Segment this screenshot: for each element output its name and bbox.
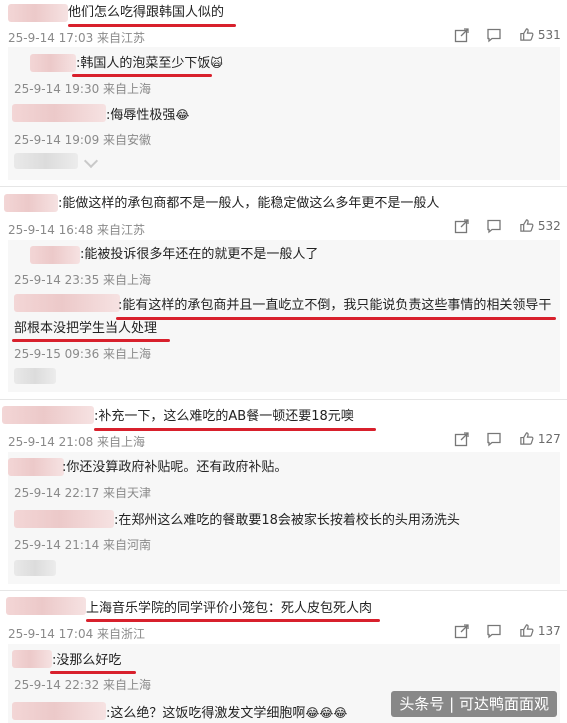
reply-text: :你还没算政府补贴呢。还有政府补贴。	[62, 460, 288, 475]
username-blurred[interactable]	[12, 650, 52, 668]
comment-icon	[487, 219, 501, 234]
like-button[interactable]: 532	[519, 218, 561, 233]
reply-meta: 25-9-14 21:14 来自河南	[14, 538, 152, 552]
share-icon	[454, 28, 469, 43]
reply-text: :能有这样的承包商并且一直屹立不倒，我只能说负责这些事情的相关领导干	[118, 298, 552, 313]
like-button[interactable]: 127	[519, 431, 561, 446]
highlight-underline	[94, 428, 376, 431]
more-replies-link[interactable]	[14, 153, 78, 169]
username-blurred[interactable]	[12, 702, 106, 720]
reply-text: :韩国人的泡菜至少下饭🙀	[76, 56, 223, 71]
username-blurred[interactable]	[12, 104, 106, 122]
like-button[interactable]: 137	[519, 623, 561, 638]
divider	[0, 590, 567, 591]
like-count: 531	[537, 28, 561, 42]
username-blurred[interactable]	[8, 4, 68, 22]
share-button[interactable]	[454, 218, 470, 237]
reply-text: :没那么好吃	[52, 653, 122, 668]
comment-icon	[487, 28, 501, 43]
share-icon	[454, 432, 469, 447]
divider	[0, 399, 567, 400]
comment-button[interactable]	[486, 623, 502, 642]
thumbs-up-icon	[520, 624, 534, 637]
thumbs-up-icon	[520, 432, 534, 445]
username-blurred[interactable]	[8, 458, 64, 476]
comment-meta: 25-9-14 16:48 来自江苏	[8, 223, 146, 237]
thumbs-up-icon	[520, 28, 534, 41]
username-blurred[interactable]	[2, 406, 94, 424]
thumbs-up-icon	[520, 219, 534, 232]
reply-meta: 25-9-14 19:09 来自安徽	[14, 133, 152, 147]
username-blurred[interactable]	[30, 246, 80, 264]
comment-meta: 25-9-14 17:04 来自浙江	[8, 627, 146, 641]
comment-text: :能做这样的承包商都不是一般人，能稳定做这么多年更不是一般人	[58, 196, 440, 211]
like-count: 137	[537, 624, 561, 638]
divider	[0, 186, 567, 187]
username-blurred[interactable]	[6, 597, 86, 615]
more-replies-link[interactable]	[14, 560, 56, 576]
like-count: 532	[537, 219, 561, 233]
reply-text: :侮辱性极强😂	[106, 108, 190, 123]
comment-text: :补充一下，这么难吃的AB餐一顿还要18元噢	[94, 409, 354, 424]
like-button[interactable]: 531	[519, 27, 561, 42]
comment-meta: 25-9-14 21:08 来自上海	[8, 435, 146, 449]
share-icon	[454, 624, 469, 639]
share-button[interactable]	[454, 431, 470, 450]
more-replies-link[interactable]	[14, 368, 56, 384]
like-count: 127	[537, 432, 561, 446]
comment-button[interactable]	[486, 218, 502, 237]
reply-meta: 25-9-15 09:36 来自上海	[14, 347, 152, 361]
share-button[interactable]	[454, 27, 470, 46]
comment-icon	[487, 432, 501, 447]
reply-text: :能被投诉很多年还在的就更不是一般人了	[80, 247, 319, 262]
username-blurred[interactable]	[30, 54, 76, 72]
comment-button[interactable]	[486, 27, 502, 46]
share-button[interactable]	[454, 623, 470, 642]
watermark: 头条号 | 可达鸭面面观	[391, 691, 557, 717]
highlight-underline	[50, 671, 136, 674]
reply-meta: 25-9-14 22:17 来自天津	[14, 486, 152, 500]
highlight-underline	[86, 619, 380, 622]
comment-text: 上海音乐学院的同学评价小笼包：死人皮包死人肉	[86, 601, 373, 616]
username-blurred[interactable]	[4, 194, 58, 212]
comment-meta: 25-9-14 17:03 来自江苏	[8, 31, 146, 45]
highlight-underline	[12, 339, 170, 342]
comment-button[interactable]	[486, 431, 502, 450]
comment-icon	[487, 624, 501, 639]
reply-meta: 25-9-14 23:35 来自上海	[14, 273, 152, 287]
highlight-underline	[116, 317, 556, 320]
reply-meta: 25-9-14 22:32 来自上海	[14, 678, 152, 692]
reply-text: :这么绝？这饭吃得激发文学细胞啊😂😂😂	[106, 706, 348, 721]
username-blurred[interactable]	[14, 294, 120, 312]
reply-text-continued: 部根本没把学生当人处理	[14, 321, 158, 336]
reply-text: :在郑州这么难吃的餐敢要18会被家长按着校长的头用汤洗头	[114, 513, 460, 528]
reply-meta: 25-9-14 19:30 来自上海	[14, 82, 152, 96]
highlight-underline	[72, 74, 212, 77]
share-icon	[454, 219, 469, 234]
username-blurred[interactable]	[14, 510, 114, 528]
comment-text: 他们怎么吃得跟韩国人似的	[68, 5, 225, 20]
highlight-underline	[68, 24, 236, 27]
